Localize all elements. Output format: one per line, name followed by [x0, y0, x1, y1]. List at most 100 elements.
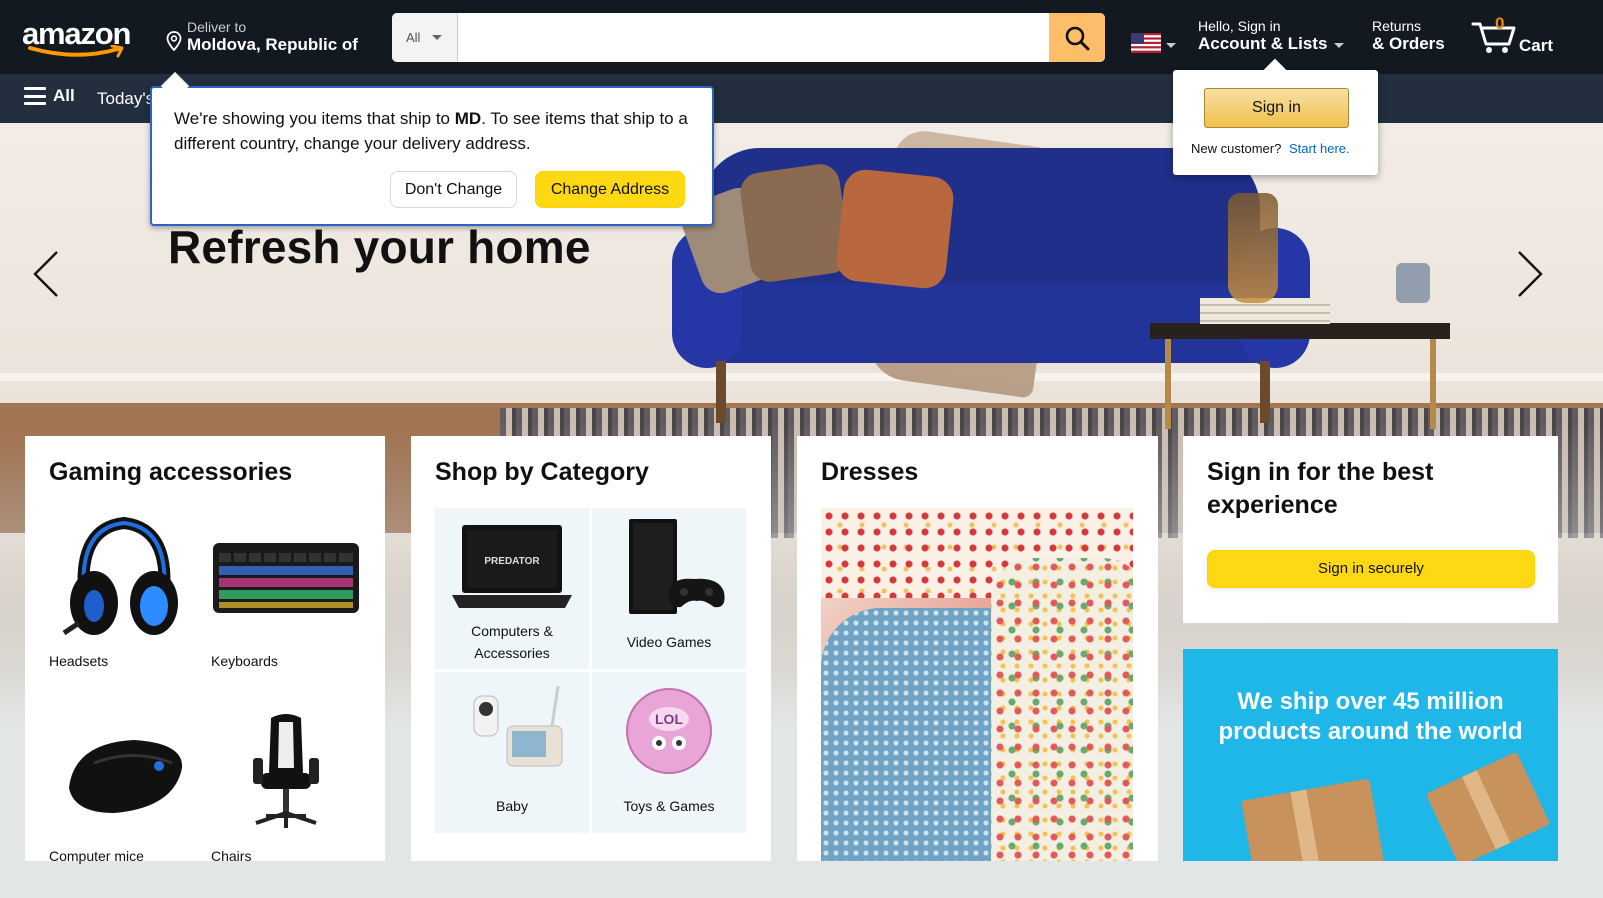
category-tile-computers[interactable]: PREDATOR Computers & Accessories	[435, 508, 589, 669]
change-address-button[interactable]: Change Address	[535, 171, 685, 208]
orders-label: & Orders	[1372, 34, 1445, 53]
all-menu-button[interactable]: All	[24, 86, 75, 106]
category-label: Video Games	[626, 634, 712, 650]
returns-label: Returns	[1372, 18, 1422, 34]
hamburger-menu-icon	[24, 87, 46, 105]
hero-sofa-leg	[716, 361, 726, 423]
message-part1: We're showing you items that ship to	[174, 109, 455, 128]
gaming-item-headsets[interactable]: Headsets	[49, 508, 199, 703]
ship-promo-text: We ship over 45 million products around …	[1218, 688, 1523, 745]
baby-monitor-image	[435, 680, 589, 782]
keyboard-image	[211, 508, 361, 648]
search-input[interactable]	[458, 13, 1049, 62]
headset-icon	[62, 516, 178, 636]
chair-image	[211, 703, 361, 843]
category-label: Computers & Accessories	[471, 623, 553, 661]
cart-count: 0	[1495, 14, 1505, 33]
gaming-item-label: Computer mice	[49, 848, 144, 864]
hero-pillow	[737, 161, 853, 285]
card-title[interactable]: Shop by Category	[435, 456, 747, 489]
deliver-to-label: Deliver to	[187, 19, 247, 35]
hero-wall-trim	[0, 373, 1603, 381]
laptop-image: PREDATOR	[435, 516, 589, 618]
svg-text:PREDATOR: PREDATOR	[484, 556, 540, 567]
search-category-select[interactable]: All	[392, 13, 458, 62]
hero-title[interactable]: Refresh your home	[168, 220, 591, 274]
category-grid: PREDATOR Computers & Accessories Video G…	[435, 508, 746, 833]
gaming-chair-icon	[253, 714, 319, 828]
gaming-item-label: Headsets	[49, 653, 109, 669]
category-tile-baby[interactable]: Baby	[435, 672, 589, 833]
keyboard-icon	[213, 543, 359, 613]
delivery-address-popover: We're showing you items that ship to MD.…	[150, 71, 714, 226]
card-sign-in: Sign in for the best experience Sign in …	[1183, 436, 1558, 623]
location-pin-icon	[166, 31, 182, 51]
box-tape	[1290, 789, 1322, 861]
delivery-address-message: We're showing you items that ship to MD.…	[174, 106, 694, 156]
top-navigation-bar: amazon Deliver to Moldova, Republic of A…	[0, 0, 1603, 74]
gaming-item-keyboards[interactable]: Keyboards	[211, 508, 361, 703]
chevron-down-icon	[432, 35, 443, 40]
chevron-down-icon	[1334, 42, 1345, 48]
game-console-icon	[629, 519, 725, 614]
category-tile-toys-games[interactable]: LOL Toys & Games	[592, 672, 746, 833]
hero-table-leg	[1165, 339, 1171, 429]
shipping-box-image	[1425, 751, 1551, 861]
toy-ball-image: LOL	[592, 680, 746, 782]
shipping-box-image	[1241, 778, 1385, 861]
gaming-grid: Headsets Keyboards Computer mice Chairs	[49, 508, 361, 898]
nav-link-todays-deals[interactable]: Today's	[97, 89, 154, 109]
new-customer-row: New customer? Start here.	[1191, 141, 1350, 156]
computer-mouse-icon	[69, 740, 183, 813]
baby-monitor-icon	[473, 685, 563, 767]
cart-button[interactable]: 0 Cart	[1471, 14, 1567, 60]
sign-in-button[interactable]: Sign in	[1204, 88, 1349, 128]
dress-floral	[991, 558, 1133, 861]
language-chevron-down-icon[interactable]	[1166, 43, 1176, 48]
new-customer-label: New customer?	[1191, 141, 1282, 156]
category-label: Baby	[496, 798, 528, 814]
search-icon	[1065, 26, 1090, 50]
card-we-ship-worldwide[interactable]: We ship over 45 million products around …	[1183, 649, 1558, 861]
card-shop-by-category: Shop by Category PREDATOR Computers & Ac…	[411, 436, 771, 861]
hero-pillow	[834, 167, 956, 291]
gaming-item-chairs[interactable]: Chairs	[211, 703, 361, 898]
account-and-lists[interactable]: Hello, Sign in Account & Lists	[1198, 18, 1345, 54]
card-title[interactable]: Dresses	[821, 456, 1134, 489]
dont-change-button[interactable]: Don't Change	[390, 171, 517, 208]
card-gaming-accessories: Gaming accessories Headsets Keyboards Co…	[25, 436, 385, 864]
gaming-item-label: Chairs	[211, 848, 252, 864]
toy-ball-icon: LOL	[626, 688, 712, 774]
sign-in-flyout: Sign in New customer? Start here.	[1173, 58, 1378, 175]
gaming-item-label: Keyboards	[211, 653, 278, 669]
category-tile-video-games[interactable]: Video Games	[592, 508, 746, 669]
deliver-to-location-text: Moldova, Republic of	[187, 35, 358, 54]
returns-and-orders[interactable]: Returns & Orders	[1372, 18, 1445, 54]
search-button[interactable]	[1049, 13, 1105, 62]
mouse-image	[49, 703, 199, 843]
box-tape	[1462, 770, 1511, 850]
account-lists-label-row: Account & Lists	[1198, 34, 1345, 54]
us-flag-icon[interactable]	[1131, 33, 1161, 53]
cart-icon	[1471, 22, 1516, 53]
start-here-link[interactable]: Start here.	[1289, 141, 1350, 156]
gaming-item-computer-mice[interactable]: Computer mice	[49, 703, 199, 898]
all-menu-label: All	[53, 86, 75, 105]
console-image	[592, 516, 746, 618]
card-dresses: Dresses	[797, 436, 1158, 861]
language-flag-icon	[1131, 33, 1161, 53]
hero-sofa-leg	[1260, 361, 1270, 423]
search-category-value: All	[406, 30, 421, 45]
carousel-next-arrow-icon[interactable]	[1514, 249, 1544, 299]
account-lists-label: Account & Lists	[1198, 34, 1328, 53]
laptop-icon: PREDATOR	[452, 524, 572, 608]
country-code: MD	[454, 109, 482, 128]
hero-glass	[1396, 263, 1430, 303]
search-bar: All	[392, 13, 1105, 62]
card-title[interactable]: Gaming accessories	[49, 456, 361, 489]
dresses-image[interactable]	[821, 508, 1133, 861]
carousel-prev-arrow-icon[interactable]	[32, 249, 62, 299]
hero-coffee-table	[1150, 323, 1450, 339]
sign-in-securely-button[interactable]: Sign in securely	[1207, 550, 1535, 588]
amazon-logo[interactable]: amazon	[22, 14, 144, 60]
